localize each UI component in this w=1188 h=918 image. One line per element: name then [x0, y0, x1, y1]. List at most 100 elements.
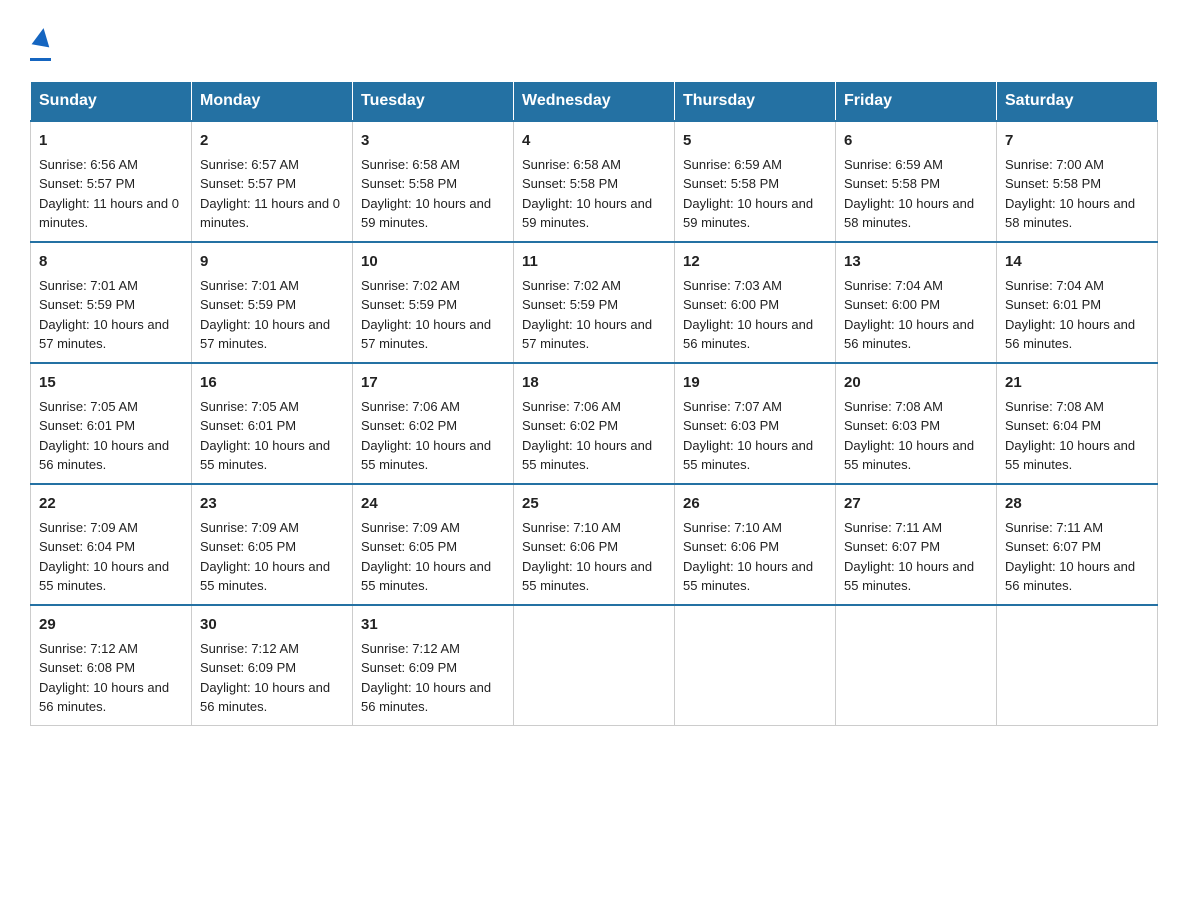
calendar-header-monday: Monday [192, 81, 353, 121]
day-number: 8 [39, 251, 183, 272]
calendar-day-10: 10 Sunrise: 7:02 AMSunset: 5:59 PMDayligh… [353, 242, 514, 363]
day-number: 5 [683, 130, 827, 151]
day-number: 1 [39, 130, 183, 151]
calendar-day-11: 11 Sunrise: 7:02 AMSunset: 5:59 PMDayligh… [514, 242, 675, 363]
calendar-header-row: SundayMondayTuesdayWednesdayThursdayFrid… [31, 81, 1158, 121]
calendar-empty-cell [514, 605, 675, 726]
calendar-day-15: 15 Sunrise: 7:05 AMSunset: 6:01 PMDayligh… [31, 363, 192, 484]
day-info: Sunrise: 7:07 AMSunset: 6:03 PMDaylight:… [683, 397, 827, 475]
calendar-day-31: 31 Sunrise: 7:12 AMSunset: 6:09 PMDayligh… [353, 605, 514, 726]
calendar-day-23: 23 Sunrise: 7:09 AMSunset: 6:05 PMDayligh… [192, 484, 353, 605]
day-info: Sunrise: 7:02 AMSunset: 5:59 PMDaylight:… [522, 276, 666, 354]
calendar-day-19: 19 Sunrise: 7:07 AMSunset: 6:03 PMDayligh… [675, 363, 836, 484]
day-info: Sunrise: 7:06 AMSunset: 6:02 PMDaylight:… [361, 397, 505, 475]
calendar-day-18: 18 Sunrise: 7:06 AMSunset: 6:02 PMDayligh… [514, 363, 675, 484]
day-info: Sunrise: 6:58 AMSunset: 5:58 PMDaylight:… [522, 155, 666, 233]
calendar-header-friday: Friday [836, 81, 997, 121]
calendar-day-16: 16 Sunrise: 7:05 AMSunset: 6:01 PMDayligh… [192, 363, 353, 484]
calendar-empty-cell [675, 605, 836, 726]
day-info: Sunrise: 6:59 AMSunset: 5:58 PMDaylight:… [683, 155, 827, 233]
calendar-day-28: 28 Sunrise: 7:11 AMSunset: 6:07 PMDayligh… [997, 484, 1158, 605]
calendar-day-8: 8 Sunrise: 7:01 AMSunset: 5:59 PMDaylight… [31, 242, 192, 363]
calendar-day-9: 9 Sunrise: 7:01 AMSunset: 5:59 PMDaylight… [192, 242, 353, 363]
calendar-day-25: 25 Sunrise: 7:10 AMSunset: 6:06 PMDayligh… [514, 484, 675, 605]
day-info: Sunrise: 6:59 AMSunset: 5:58 PMDaylight:… [844, 155, 988, 233]
day-info: Sunrise: 7:12 AMSunset: 6:08 PMDaylight:… [39, 639, 183, 717]
calendar-day-14: 14 Sunrise: 7:04 AMSunset: 6:01 PMDayligh… [997, 242, 1158, 363]
day-info: Sunrise: 7:09 AMSunset: 6:04 PMDaylight:… [39, 518, 183, 596]
calendar-header-tuesday: Tuesday [353, 81, 514, 121]
day-number: 16 [200, 372, 344, 393]
day-number: 30 [200, 614, 344, 635]
day-info: Sunrise: 7:00 AMSunset: 5:58 PMDaylight:… [1005, 155, 1149, 233]
calendar-header-wednesday: Wednesday [514, 81, 675, 121]
calendar-week-4: 22 Sunrise: 7:09 AMSunset: 6:04 PMDayligh… [31, 484, 1158, 605]
calendar-day-24: 24Sunrise: 7:09 AMSunset: 6:05 PMDayligh… [353, 484, 514, 605]
day-info: Sunrise: 7:08 AMSunset: 6:04 PMDaylight:… [1005, 397, 1149, 475]
calendar-header-thursday: Thursday [675, 81, 836, 121]
page-header [30, 20, 1158, 61]
calendar-day-22: 22 Sunrise: 7:09 AMSunset: 6:04 PMDayligh… [31, 484, 192, 605]
day-number: 21 [1005, 372, 1149, 393]
day-number: 2 [200, 130, 344, 151]
calendar-day-2: 2 Sunrise: 6:57 AMSunset: 5:57 PMDaylight… [192, 121, 353, 242]
calendar-empty-cell [836, 605, 997, 726]
calendar-day-12: 12 Sunrise: 7:03 AMSunset: 6:00 PMDayligh… [675, 242, 836, 363]
day-info: Sunrise: 7:04 AMSunset: 6:00 PMDaylight:… [844, 276, 988, 354]
day-info: Sunrise: 7:01 AMSunset: 5:59 PMDaylight:… [200, 276, 344, 354]
day-info: Sunrise: 7:08 AMSunset: 6:03 PMDaylight:… [844, 397, 988, 475]
calendar-week-1: 1 Sunrise: 6:56 AMSunset: 5:57 PMDaylight… [31, 121, 1158, 242]
day-info: Sunrise: 7:05 AMSunset: 6:01 PMDaylight:… [200, 397, 344, 475]
calendar-week-2: 8 Sunrise: 7:01 AMSunset: 5:59 PMDaylight… [31, 242, 1158, 363]
logo-icon [30, 28, 51, 46]
calendar-header-sunday: Sunday [31, 81, 192, 121]
calendar-day-17: 17 Sunrise: 7:06 AMSunset: 6:02 PMDayligh… [353, 363, 514, 484]
day-info: Sunrise: 6:56 AMSunset: 5:57 PMDaylight:… [39, 155, 183, 233]
day-number: 11 [522, 251, 666, 272]
day-info: Sunrise: 7:06 AMSunset: 6:02 PMDaylight:… [522, 397, 666, 475]
day-info: Sunrise: 7:11 AMSunset: 6:07 PMDaylight:… [1005, 518, 1149, 596]
calendar-day-6: 6 Sunrise: 6:59 AMSunset: 5:58 PMDaylight… [836, 121, 997, 242]
logo-underline [30, 58, 51, 61]
calendar-day-3: 3Sunrise: 6:58 AMSunset: 5:58 PMDaylight… [353, 121, 514, 242]
day-number: 17 [361, 372, 505, 393]
day-number: 23 [200, 493, 344, 514]
day-number: 13 [844, 251, 988, 272]
day-number: 24 [361, 493, 505, 514]
day-info: Sunrise: 7:01 AMSunset: 5:59 PMDaylight:… [39, 276, 183, 354]
day-info: Sunrise: 7:10 AMSunset: 6:06 PMDaylight:… [522, 518, 666, 596]
day-number: 9 [200, 251, 344, 272]
calendar-empty-cell [997, 605, 1158, 726]
day-info: Sunrise: 7:05 AMSunset: 6:01 PMDaylight:… [39, 397, 183, 475]
day-info: Sunrise: 6:57 AMSunset: 5:57 PMDaylight:… [200, 155, 344, 233]
calendar-day-7: 7Sunrise: 7:00 AMSunset: 5:58 PMDaylight… [997, 121, 1158, 242]
day-info: Sunrise: 7:02 AMSunset: 5:59 PMDaylight:… [361, 276, 505, 354]
day-info: Sunrise: 7:04 AMSunset: 6:01 PMDaylight:… [1005, 276, 1149, 354]
day-info: Sunrise: 7:09 AMSunset: 6:05 PMDaylight:… [200, 518, 344, 596]
calendar-day-5: 5 Sunrise: 6:59 AMSunset: 5:58 PMDaylight… [675, 121, 836, 242]
day-number: 22 [39, 493, 183, 514]
calendar-table: SundayMondayTuesdayWednesdayThursdayFrid… [30, 81, 1158, 726]
day-number: 20 [844, 372, 988, 393]
day-number: 10 [361, 251, 505, 272]
calendar-week-5: 29Sunrise: 7:12 AMSunset: 6:08 PMDayligh… [31, 605, 1158, 726]
day-info: Sunrise: 7:12 AMSunset: 6:09 PMDaylight:… [361, 639, 505, 717]
day-info: Sunrise: 7:03 AMSunset: 6:00 PMDaylight:… [683, 276, 827, 354]
day-number: 18 [522, 372, 666, 393]
calendar-day-30: 30Sunrise: 7:12 AMSunset: 6:09 PMDayligh… [192, 605, 353, 726]
day-number: 12 [683, 251, 827, 272]
day-number: 4 [522, 130, 666, 151]
day-number: 14 [1005, 251, 1149, 272]
day-number: 31 [361, 614, 505, 635]
day-number: 28 [1005, 493, 1149, 514]
calendar-day-29: 29Sunrise: 7:12 AMSunset: 6:08 PMDayligh… [31, 605, 192, 726]
calendar-header-saturday: Saturday [997, 81, 1158, 121]
day-number: 19 [683, 372, 827, 393]
day-number: 15 [39, 372, 183, 393]
day-number: 3 [361, 130, 505, 151]
calendar-day-1: 1 Sunrise: 6:56 AMSunset: 5:57 PMDaylight… [31, 121, 192, 242]
day-number: 25 [522, 493, 666, 514]
calendar-day-27: 27Sunrise: 7:11 AMSunset: 6:07 PMDayligh… [836, 484, 997, 605]
day-info: Sunrise: 7:10 AMSunset: 6:06 PMDaylight:… [683, 518, 827, 596]
day-number: 6 [844, 130, 988, 151]
